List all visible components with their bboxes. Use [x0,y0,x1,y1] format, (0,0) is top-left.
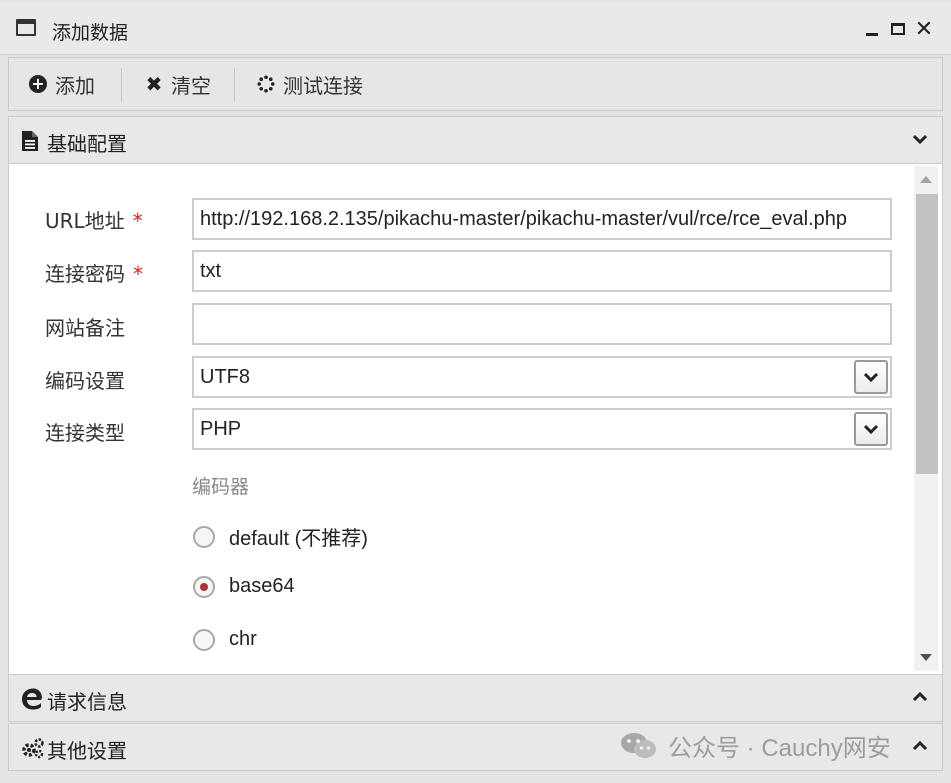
connection-type-label: 连接类型 [45,421,125,445]
toolbar-divider [234,68,235,102]
test-connection-button[interactable]: 测试连接 [257,58,363,110]
plus-circle-icon: + [29,75,47,93]
chevron-up-icon [910,687,930,707]
basic-config-title: 基础配置 [47,132,127,156]
connection-type-dropdown-button[interactable] [854,412,888,446]
clear-button[interactable]: ✖ 清空 [145,58,211,110]
watermark-text: 公众号 · Cauchy网安 [668,735,891,762]
document-icon [21,130,41,152]
required-mark: * [133,262,143,286]
password-label: 连接密码 * [45,258,143,287]
request-info-header[interactable]: 请求信息 [8,674,943,722]
wechat-icon [620,732,658,760]
toolbar-divider [121,68,122,102]
chevron-up-icon [910,736,930,756]
minimize-button[interactable] [861,16,883,42]
title-bar: 添加数据 ✕ [0,2,951,55]
encoding-select[interactable]: UTF8 [192,356,892,398]
clear-x-icon: ✖ [145,72,163,96]
spinner-icon [257,75,275,93]
window-title: 添加数据 [52,22,129,44]
test-connection-label: 测试连接 [283,73,363,98]
add-data-window: 添加数据 ✕ + 添加 ✖ 清空 测试连接 基础配置 URL地址 * http:… [0,0,951,783]
window-icon [16,19,36,36]
radio-button[interactable] [193,628,215,651]
password-label-text: 连接密码 [45,262,125,286]
maximize-button[interactable] [887,16,909,42]
note-label: 网站备注 [45,316,125,340]
watermark: 公众号 · Cauchy网安 [620,728,891,763]
panel-scrollbar[interactable] [914,166,938,671]
add-button-label: 添加 [55,73,95,98]
radio-button[interactable] [193,525,215,548]
scroll-down-arrow-icon[interactable] [920,654,932,661]
maximize-icon [891,23,905,35]
chevron-down-icon [863,424,879,435]
encoder-option-chr[interactable]: chr [193,628,257,651]
encoder-option-label: default (不推荐) [229,528,368,550]
encoding-select-value: UTF8 [200,366,250,388]
note-input[interactable] [192,303,892,345]
encoder-option-label: chr [229,628,257,650]
add-button[interactable]: + 添加 [29,58,95,110]
encoding-label: 编码设置 [45,369,125,393]
url-input[interactable]: http://192.168.2.135/pikachu-master/pika… [192,198,892,240]
scroll-thumb[interactable] [916,194,938,474]
toolbar: + 添加 ✖ 清空 测试连接 [8,57,943,111]
encoder-option-label: base64 [229,575,295,597]
required-mark: * [132,209,143,233]
encoder-option-default[interactable]: default (不推荐) [193,522,368,551]
gears-icon [21,737,44,759]
close-icon: ✕ [914,16,934,42]
encoding-dropdown-button[interactable] [854,360,888,394]
connection-type-select[interactable]: PHP [192,408,892,450]
scroll-up-arrow-icon[interactable] [920,176,932,183]
request-info-title: 请求信息 [47,690,127,714]
url-label: URL地址 * [45,205,143,234]
basic-config-header[interactable]: 基础配置 [8,116,943,164]
clear-button-label: 清空 [171,73,211,98]
minimize-icon [866,32,878,36]
connection-type-value: PHP [200,418,242,440]
radio-button-checked[interactable] [193,575,215,598]
close-button[interactable]: ✕ [913,16,935,42]
edge-browser-icon [21,688,42,710]
chevron-down-icon [910,129,930,149]
encoder-option-base64[interactable]: base64 [193,575,295,598]
other-settings-title: 其他设置 [47,739,127,763]
url-label-text: URL地址 [45,209,125,233]
password-input[interactable]: txt [192,250,892,292]
chevron-down-icon [863,372,879,383]
encoder-title: 编码器 [192,476,250,498]
